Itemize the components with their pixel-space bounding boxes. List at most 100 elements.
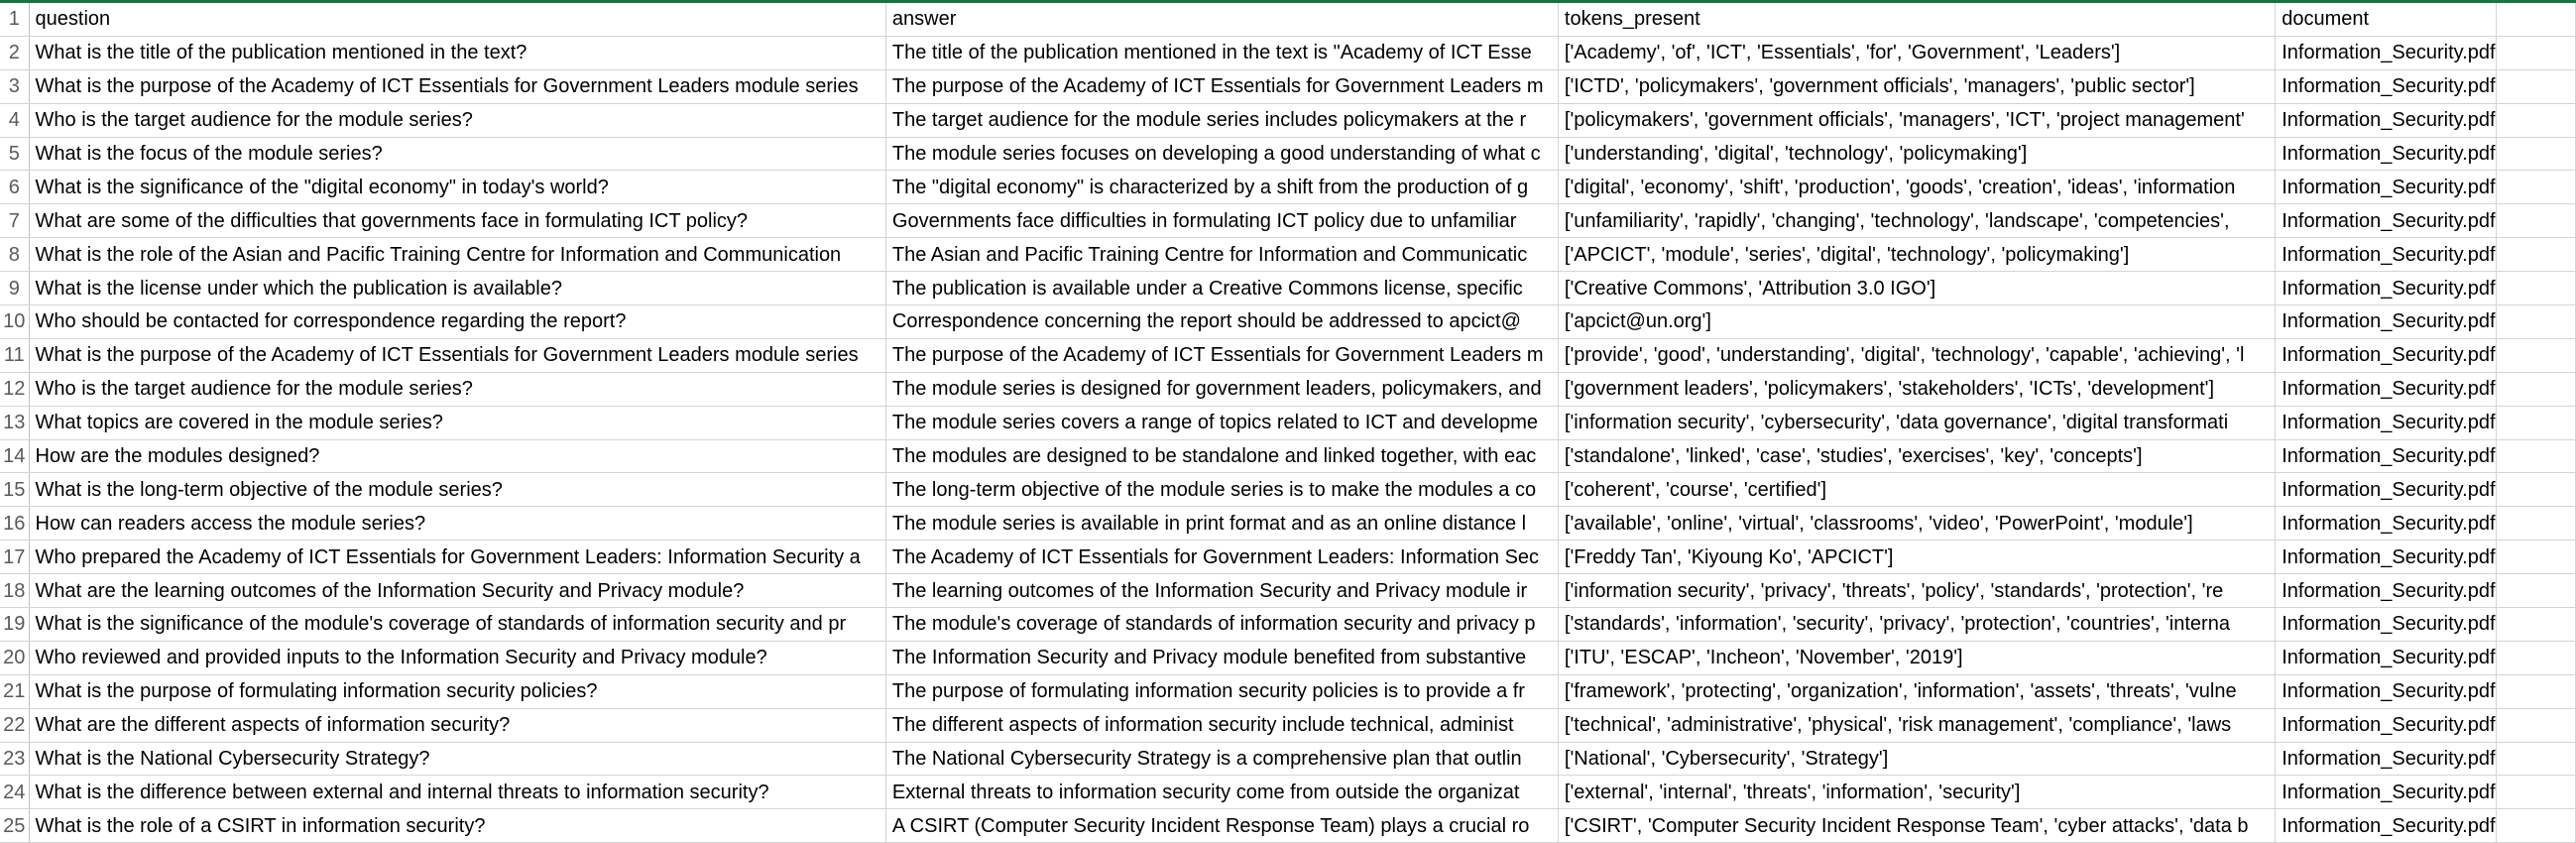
row-number[interactable]: 22 xyxy=(0,708,30,743)
cell-answer[interactable]: Correspondence concerning the report sho… xyxy=(885,304,1559,339)
cell-document[interactable]: Information_Security.pdf xyxy=(2275,506,2497,542)
empty-cell[interactable] xyxy=(2496,439,2576,474)
empty-cell[interactable] xyxy=(2496,775,2576,810)
cell-answer[interactable]: The long-term objective of the module se… xyxy=(885,472,1559,508)
cell-document[interactable]: Information_Security.pdf xyxy=(2275,573,2497,609)
cell-document[interactable]: Information_Security.pdf xyxy=(2275,271,2497,306)
empty-cell[interactable] xyxy=(2496,406,2576,440)
cell-question[interactable]: Who is the target audience for the modul… xyxy=(29,372,886,407)
cell-tokens-present[interactable]: ['ITU', 'ESCAP', 'Incheon', 'November', … xyxy=(1558,641,2277,675)
cell-tokens-present[interactable]: ['framework', 'protecting', 'organizatio… xyxy=(1558,674,2277,709)
empty-cell[interactable] xyxy=(2496,271,2576,306)
cell-document[interactable]: Information_Security.pdf xyxy=(2275,708,2497,743)
row-number[interactable]: 15 xyxy=(0,472,30,508)
row-number[interactable]: 12 xyxy=(0,372,30,407)
cell-document[interactable]: Information_Security.pdf xyxy=(2275,406,2497,440)
cell-answer[interactable]: The module's coverage of standards of in… xyxy=(885,607,1559,642)
cell-tokens-present[interactable]: ['technical', 'administrative', 'physica… xyxy=(1558,708,2277,743)
cell-answer[interactable]: The modules are designed to be standalon… xyxy=(885,439,1559,474)
cell-question[interactable]: What is the focus of the module series? xyxy=(29,137,886,172)
cell-document[interactable]: Information_Security.pdf xyxy=(2275,69,2497,104)
cell-question[interactable]: What are some of the difficulties that g… xyxy=(29,203,886,239)
cell-tokens-present[interactable]: ['APCICT', 'module', 'series', 'digital'… xyxy=(1558,237,2277,273)
row-number[interactable]: 3 xyxy=(0,69,30,104)
row-number[interactable]: 13 xyxy=(0,406,30,440)
cell-answer[interactable]: The National Cybersecurity Strategy is a… xyxy=(885,742,1559,777)
cell-question[interactable]: What is the significance of the module's… xyxy=(29,607,886,642)
cell-question[interactable]: What is the National Cybersecurity Strat… xyxy=(29,742,886,777)
empty-cell[interactable] xyxy=(2496,641,2576,675)
cell-question[interactable]: How are the modules designed? xyxy=(29,439,886,474)
empty-cell[interactable] xyxy=(2496,808,2576,843)
row-number[interactable]: 10 xyxy=(0,304,30,339)
cell-tokens-present[interactable]: ['information security', 'cybersecurity'… xyxy=(1558,406,2277,440)
cell-answer[interactable]: Governments face difficulties in formula… xyxy=(885,203,1559,239)
cell-answer[interactable]: The learning outcomes of the Information… xyxy=(885,573,1559,609)
cell-document[interactable]: Information_Security.pdf xyxy=(2275,775,2497,810)
cell-tokens-present[interactable]: ['government leaders', 'policymakers', '… xyxy=(1558,372,2277,407)
cell-answer[interactable]: The Information Security and Privacy mod… xyxy=(885,641,1559,675)
empty-cell[interactable] xyxy=(2496,708,2576,743)
empty-cell[interactable] xyxy=(2496,607,2576,642)
empty-cell[interactable] xyxy=(2496,304,2576,339)
cell-document[interactable]: Information_Security.pdf xyxy=(2275,36,2497,70)
row-number[interactable]: 19 xyxy=(0,607,30,642)
cell-document[interactable]: Information_Security.pdf xyxy=(2275,607,2497,642)
cell-answer[interactable]: The Asian and Pacific Training Centre fo… xyxy=(885,237,1559,273)
empty-cell[interactable] xyxy=(2496,506,2576,542)
cell-question[interactable]: What topics are covered in the module se… xyxy=(29,406,886,440)
cell-answer[interactable]: The purpose of the Academy of ICT Essent… xyxy=(885,69,1559,104)
cell-answer[interactable]: answer xyxy=(885,3,1559,37)
cell-document[interactable]: Information_Security.pdf xyxy=(2275,540,2497,575)
cell-tokens-present[interactable]: ['information security', 'privacy', 'thr… xyxy=(1558,573,2277,609)
empty-cell[interactable] xyxy=(2496,237,2576,273)
empty-cell[interactable] xyxy=(2496,372,2576,407)
cell-question[interactable]: Who should be contacted for corresponden… xyxy=(29,304,886,339)
cell-answer[interactable]: The module series covers a range of topi… xyxy=(885,406,1559,440)
empty-cell[interactable] xyxy=(2496,3,2576,37)
cell-document[interactable]: Information_Security.pdf xyxy=(2275,641,2497,675)
cell-document[interactable]: Information_Security.pdf xyxy=(2275,170,2497,205)
cell-document[interactable]: Information_Security.pdf xyxy=(2275,103,2497,138)
cell-document[interactable]: Information_Security.pdf xyxy=(2275,338,2497,373)
cell-tokens-present[interactable]: ['ICTD', 'policymakers', 'government off… xyxy=(1558,69,2277,104)
cell-tokens-present[interactable]: ['standalone', 'linked', 'case', 'studie… xyxy=(1558,439,2277,474)
cell-tokens-present[interactable]: ['National', 'Cybersecurity', 'Strategy'… xyxy=(1558,742,2277,777)
cell-answer[interactable]: The module series focuses on developing … xyxy=(885,137,1559,172)
cell-answer[interactable]: The module series is designed for govern… xyxy=(885,372,1559,407)
empty-cell[interactable] xyxy=(2496,203,2576,239)
row-number[interactable]: 20 xyxy=(0,641,30,675)
cell-document[interactable]: Information_Security.pdf xyxy=(2275,237,2497,273)
cell-question[interactable]: Who prepared the Academy of ICT Essentia… xyxy=(29,540,886,575)
cell-question[interactable]: What is the title of the publication men… xyxy=(29,36,886,70)
empty-cell[interactable] xyxy=(2496,742,2576,777)
cell-document[interactable]: Information_Security.pdf xyxy=(2275,472,2497,508)
cell-document[interactable]: Information_Security.pdf xyxy=(2275,674,2497,709)
cell-document[interactable]: Information_Security.pdf xyxy=(2275,742,2497,777)
cell-question[interactable]: What is the role of a CSIRT in informati… xyxy=(29,808,886,843)
cell-tokens-present[interactable]: ['coherent', 'course', 'certified'] xyxy=(1558,472,2277,508)
row-number[interactable]: 8 xyxy=(0,237,30,273)
row-number[interactable]: 23 xyxy=(0,742,30,777)
cell-document[interactable]: Information_Security.pdf xyxy=(2275,203,2497,239)
empty-cell[interactable] xyxy=(2496,573,2576,609)
cell-answer[interactable]: The module series is available in print … xyxy=(885,506,1559,542)
cell-question[interactable]: What is the role of the Asian and Pacifi… xyxy=(29,237,886,273)
cell-question[interactable]: What is the significance of the "digital… xyxy=(29,170,886,205)
cell-tokens-present[interactable]: ['Academy', 'of', 'ICT', 'Essentials', '… xyxy=(1558,36,2277,70)
cell-question[interactable]: How can readers access the module series… xyxy=(29,506,886,542)
row-number[interactable]: 21 xyxy=(0,674,30,709)
cell-answer[interactable]: The target audience for the module serie… xyxy=(885,103,1559,138)
cell-question[interactable]: Who is the target audience for the modul… xyxy=(29,103,886,138)
cell-answer[interactable]: The publication is available under a Cre… xyxy=(885,271,1559,306)
cell-document[interactable]: document xyxy=(2275,3,2497,37)
cell-document[interactable]: Information_Security.pdf xyxy=(2275,304,2497,339)
cell-tokens-present[interactable]: tokens_present xyxy=(1558,3,2277,37)
cell-document[interactable]: Information_Security.pdf xyxy=(2275,439,2497,474)
cell-answer[interactable]: The title of the publication mentioned i… xyxy=(885,36,1559,70)
cell-question[interactable]: What is the license under which the publ… xyxy=(29,271,886,306)
cell-tokens-present[interactable]: ['apcict@un.org'] xyxy=(1558,304,2277,339)
cell-tokens-present[interactable]: ['digital', 'economy', 'shift', 'product… xyxy=(1558,170,2277,205)
row-number[interactable]: 18 xyxy=(0,573,30,609)
row-number[interactable]: 9 xyxy=(0,271,30,306)
